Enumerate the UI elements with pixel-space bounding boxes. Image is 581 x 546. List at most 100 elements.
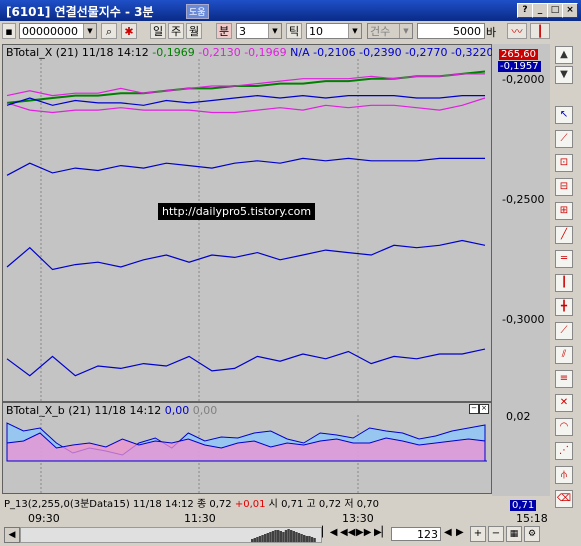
code-input[interactable]: 00000000 ▼ (19, 23, 97, 39)
count-select[interactable]: 건수 ▼ (367, 23, 413, 39)
cursor-icon[interactable]: ↖ (555, 106, 573, 124)
volume-bar (274, 530, 277, 542)
settings-icon[interactable]: ⚙ (524, 526, 540, 542)
drawing-toolbar: ▲ ▼ ↖ ⟋ ⊡ ⊟ ⊞ ╱ ═ ┃ ╋ ⟋ ⫽ ≡ ✕ ◠ ⋰ ⫛ ⌫ (551, 44, 581, 524)
candle-icon[interactable]: ┃ (530, 23, 550, 39)
draw-tool-4-icon[interactable]: ⊞ (555, 202, 573, 220)
y-axis: 265,60 -0,1957 -0,2000 -0,2500 -0,3000 0… (492, 44, 550, 511)
chevron-down-icon[interactable]: ▼ (399, 24, 412, 38)
main-chart-panel[interactable]: BTotal_X (21) 11/18 14:12 -0,1969 -0,213… (2, 44, 494, 402)
lower-chart-panel[interactable]: BTotal_X_b (21) 11/18 14:12 0,00 0,00 − … (2, 402, 492, 494)
time-scrollbar[interactable] (20, 527, 322, 543)
close-button[interactable]: × (562, 3, 578, 18)
ray-line-icon[interactable]: ⟋ (555, 322, 573, 340)
grid-icon[interactable]: ▦ (506, 526, 522, 542)
bottom-bar: ◀ ▏◀ ◀◀ ▶▶ ▶▏ 123 ◀ ▶ + − ▦ ⚙ (0, 524, 581, 546)
volume-bar (258, 536, 262, 542)
vertical-line-icon[interactable]: ┃ (555, 274, 573, 292)
close-label: 종 (196, 499, 207, 510)
scroll-up-icon[interactable]: ▲ (555, 46, 573, 64)
lower-y-tick-label: 0,02 (506, 410, 531, 423)
volume-bar (251, 539, 254, 542)
price-legend-text: P_13(2,255,0(3분Data15) 11/18 14:12 (4, 499, 194, 510)
day-button[interactable]: 일 (150, 23, 166, 39)
high-value: 0,72 (318, 499, 342, 510)
count-input[interactable]: 5000 (417, 23, 485, 39)
volume-bar (279, 531, 282, 542)
scroll-down-icon[interactable]: ▼ (555, 66, 573, 84)
open-value: 0,71 (281, 499, 304, 510)
y-tick-label-3: -0,3000 (502, 313, 545, 326)
month-button[interactable]: 월 (186, 23, 202, 39)
tick-value: 10 (309, 25, 323, 38)
horizontal-line-icon[interactable]: ═ (555, 250, 573, 268)
arc-icon[interactable]: ◠ (555, 418, 573, 436)
series-line-3 (6, 97, 486, 114)
count-label: 건수 (370, 25, 391, 38)
watermark-label: http://dailypro5.tistory.com (158, 203, 316, 220)
volume-bar (290, 530, 293, 542)
help-button[interactable]: ? (517, 3, 533, 18)
tick-select[interactable]: 10 ▼ (306, 23, 362, 39)
scroll-next-icon[interactable]: ▶▶ (356, 527, 371, 538)
gann-icon[interactable]: ✕ (555, 394, 573, 412)
draw-tool-2-icon[interactable]: ⊡ (555, 154, 573, 172)
fan-icon[interactable]: ⋰ (555, 442, 573, 460)
minimize-button[interactable]: _ (532, 3, 548, 18)
volume-bar (271, 531, 275, 542)
chevron-down-icon[interactable]: ▼ (83, 24, 96, 38)
series-line-5 (6, 157, 485, 176)
channel-icon[interactable]: ⫽ (555, 346, 573, 364)
scroll-end-icon[interactable]: ▶▏ (374, 527, 389, 538)
pitchfork-icon[interactable]: ⫛ (555, 466, 573, 484)
lower-chart-svg (6, 415, 487, 493)
bar-count-input[interactable]: 123 (391, 527, 441, 541)
bottom-value-marker: 0,71 (510, 500, 537, 511)
volume-bar (313, 538, 316, 542)
volume-bar (303, 535, 306, 542)
cross-line-icon[interactable]: ╋ (555, 298, 573, 316)
top-price-marker: 265,60 (499, 49, 538, 60)
scroll-left-icon[interactable]: ◀ (4, 527, 20, 543)
volume-bar (277, 530, 280, 542)
title-chip[interactable]: 도움 (186, 4, 209, 19)
zoom-out-icon[interactable]: − (488, 526, 504, 542)
volume-bar (256, 537, 259, 542)
series-line-6 (6, 239, 486, 271)
chevron-down-icon[interactable]: ▼ (268, 24, 281, 38)
volume-bar (284, 530, 288, 542)
close-value: 0,72 (209, 499, 232, 510)
y-tick-label-1: -0,2000 (502, 73, 545, 86)
zoom-right-icon[interactable]: ▶ (456, 527, 464, 538)
zoom-left-icon[interactable]: ◀ (444, 527, 452, 538)
zoom-in-icon[interactable]: + (470, 526, 486, 542)
volume-bar (310, 537, 314, 542)
lock-icon[interactable]: ▪ (2, 23, 16, 39)
maximize-button[interactable]: □ (547, 3, 563, 18)
volume-bar (295, 532, 298, 542)
draw-tool-3-icon[interactable]: ⊟ (555, 178, 573, 196)
minute-button[interactable]: 분 (216, 23, 232, 39)
eraser-icon[interactable]: ⌫ (555, 490, 573, 508)
fibonacci-icon[interactable]: ≡ (555, 370, 573, 388)
volume-bar (300, 534, 303, 542)
count-unit: 바 (486, 26, 497, 39)
series-line-2 (6, 73, 485, 97)
scroll-start-icon[interactable]: ▏◀ (322, 527, 337, 538)
low-value: 0,70 (356, 499, 380, 510)
week-button[interactable]: 주 (168, 23, 184, 39)
scroll-prev-icon[interactable]: ◀◀ (340, 527, 355, 538)
minute-select[interactable]: 3 ▼ (236, 23, 282, 39)
chevron-down-icon[interactable]: ▼ (348, 24, 361, 38)
draw-tool-1-icon[interactable]: ⟋ (555, 130, 573, 148)
trend-line-icon[interactable]: ╱ (555, 226, 573, 244)
volume-bar (297, 533, 301, 542)
code-value: 00000000 (22, 25, 78, 38)
search-icon[interactable]: ⌕ (101, 23, 117, 39)
tick-button[interactable]: 틱 (286, 23, 302, 39)
volume-bar (292, 531, 295, 542)
series-line-7 (6, 348, 486, 377)
title-bar: [6101] 연결선물지수 - 3분 도움 ? _ □ × (0, 0, 581, 21)
refresh-icon[interactable]: ✱ (121, 23, 137, 39)
chart-type-icon[interactable]: 〰 (507, 23, 527, 39)
